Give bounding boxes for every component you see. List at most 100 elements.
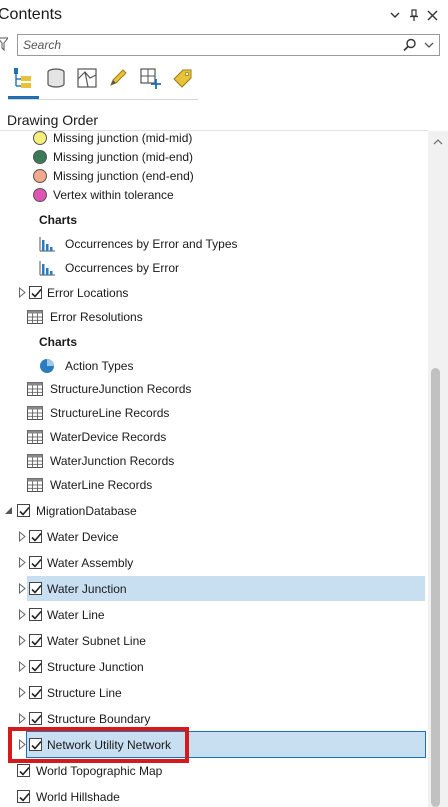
table-label[interactable]: StructureLine Records <box>50 406 169 420</box>
expand-arrow-icon[interactable] <box>18 712 27 725</box>
chart-item[interactable]: Action Types <box>0 355 428 377</box>
pin-icon[interactable] <box>407 7 421 23</box>
chart-label[interactable]: Action Types <box>65 359 133 373</box>
chevron-down-icon[interactable] <box>423 39 435 51</box>
table-row[interactable]: WaterJunction Records <box>0 450 428 472</box>
charts-heading: Charts <box>39 213 78 227</box>
layer-row[interactable]: Water Line <box>0 604 428 626</box>
table-icon <box>27 405 43 421</box>
table-row[interactable]: StructureLine Records <box>0 402 428 424</box>
expand-arrow-icon[interactable] <box>18 686 27 699</box>
toolbar-divider <box>8 99 198 100</box>
filter-icon[interactable] <box>0 37 10 52</box>
layer-checkbox[interactable] <box>29 582 42 595</box>
layer-row[interactable]: Water Subnet Line <box>0 630 428 652</box>
layer-label[interactable]: Structure Junction <box>47 660 144 674</box>
layer-label[interactable]: Error Locations <box>47 286 128 300</box>
table-row-error-resolutions[interactable]: Error Resolutions <box>0 306 428 328</box>
layer-checkbox[interactable] <box>29 634 42 647</box>
table-row[interactable]: WaterLine Records <box>0 474 428 496</box>
layer-label[interactable]: World Topographic Map <box>36 764 162 778</box>
collapse-arrow-icon[interactable] <box>4 505 13 516</box>
basemap-row[interactable]: World Hillshade <box>0 786 428 807</box>
search-box[interactable]: Search <box>17 34 440 56</box>
table-label[interactable]: StructureJunction Records <box>50 382 191 396</box>
group-checkbox[interactable] <box>17 504 30 517</box>
layer-row[interactable]: Structure Junction <box>0 656 428 678</box>
list-by-snapping-icon[interactable] <box>136 64 164 92</box>
list-by-labeling-icon[interactable] <box>169 64 197 92</box>
group-label[interactable]: MigrationDatabase <box>36 504 137 518</box>
close-icon[interactable] <box>425 7 439 23</box>
layer-label[interactable]: Water Line <box>47 608 105 622</box>
layer-label[interactable]: World Hillshade <box>36 790 120 804</box>
scroll-up-arrow-icon[interactable] <box>433 135 443 145</box>
chart-item[interactable]: Occurrences by Error and Types <box>0 233 428 255</box>
layer-checkbox[interactable] <box>29 556 42 569</box>
layer-row-selected[interactable]: Water Junction <box>0 576 428 601</box>
legend-label: Missing junction (mid-end) <box>53 150 194 164</box>
bar-chart-icon <box>39 260 55 276</box>
layer-checkbox[interactable] <box>29 686 42 699</box>
chart-item[interactable]: Occurrences by Error <box>0 257 428 279</box>
table-icon <box>27 381 43 397</box>
table-label[interactable]: WaterLine Records <box>50 478 152 492</box>
list-by-editing-icon[interactable] <box>104 64 132 92</box>
search-icon[interactable] <box>403 38 417 52</box>
layer-row[interactable]: Water Assembly <box>0 552 428 574</box>
layer-checkbox[interactable] <box>29 530 42 543</box>
layer-label[interactable]: Structure Boundary <box>47 712 150 726</box>
pane-title: Contents <box>0 6 63 23</box>
table-row[interactable]: WaterDevice Records <box>0 426 428 448</box>
legend-label: Missing junction (end-end) <box>53 169 194 183</box>
layer-label[interactable]: Water Assembly <box>47 556 133 570</box>
layer-checkbox[interactable] <box>17 790 30 803</box>
table-label[interactable]: Error Resolutions <box>50 310 143 324</box>
group-row-migrationdatabase[interactable]: MigrationDatabase <box>0 500 428 522</box>
layer-label[interactable]: Structure Line <box>47 686 122 700</box>
table-label[interactable]: WaterDevice Records <box>50 430 166 444</box>
layer-label[interactable]: Water Junction <box>47 582 127 596</box>
bar-chart-icon <box>39 236 55 252</box>
layer-checkbox[interactable] <box>17 764 30 777</box>
table-icon <box>27 309 43 325</box>
expand-arrow-icon[interactable] <box>18 286 27 299</box>
symbol-swatch-icon <box>33 150 47 164</box>
search-input[interactable]: Search <box>23 38 61 52</box>
layer-row-error-locations[interactable]: Error Locations <box>0 282 428 304</box>
chart-label[interactable]: Occurrences by Error <box>65 261 179 275</box>
table-row[interactable]: StructureJunction Records <box>0 378 428 400</box>
expand-arrow-icon[interactable] <box>18 660 27 673</box>
charts-heading: Charts <box>39 335 78 349</box>
chart-label[interactable]: Occurrences by Error and Types <box>65 237 238 251</box>
basemap-row[interactable]: World Topographic Map <box>0 760 428 782</box>
vertical-scrollbar[interactable] <box>428 131 448 807</box>
list-by-source-icon[interactable] <box>42 64 70 92</box>
symbol-swatch-icon <box>33 169 47 183</box>
expand-arrow-icon[interactable] <box>18 530 27 543</box>
list-by-drawing-order-icon[interactable] <box>9 64 37 92</box>
layer-label[interactable]: Water Subnet Line <box>47 634 146 648</box>
expand-arrow-icon[interactable] <box>18 634 27 647</box>
table-icon <box>27 477 43 493</box>
section-title: Drawing Order <box>7 112 99 128</box>
symbol-swatch-icon <box>33 131 47 145</box>
scrollbar-thumb[interactable] <box>431 368 440 807</box>
layer-checkbox[interactable] <box>29 286 42 299</box>
layer-checkbox[interactable] <box>29 608 42 621</box>
table-icon <box>27 429 43 445</box>
expand-arrow-icon[interactable] <box>18 582 27 595</box>
table-label[interactable]: WaterJunction Records <box>50 454 174 468</box>
legend-item: Vertex within tolerance <box>0 184 428 206</box>
layer-row[interactable]: Structure Line <box>0 682 428 704</box>
list-by-selection-icon[interactable] <box>73 64 101 92</box>
layer-checkbox[interactable] <box>29 712 42 725</box>
legend-label: Missing junction (mid-mid) <box>53 131 193 145</box>
layer-checkbox[interactable] <box>29 660 42 673</box>
layer-label[interactable]: Water Device <box>47 530 119 544</box>
layer-row[interactable]: Water Device <box>0 526 428 548</box>
options-icon[interactable] <box>388 7 402 23</box>
expand-arrow-icon[interactable] <box>18 608 27 621</box>
expand-arrow-icon[interactable] <box>18 556 27 569</box>
contents-tree: Missing junction (mid-mid) Missing junct… <box>0 131 428 807</box>
